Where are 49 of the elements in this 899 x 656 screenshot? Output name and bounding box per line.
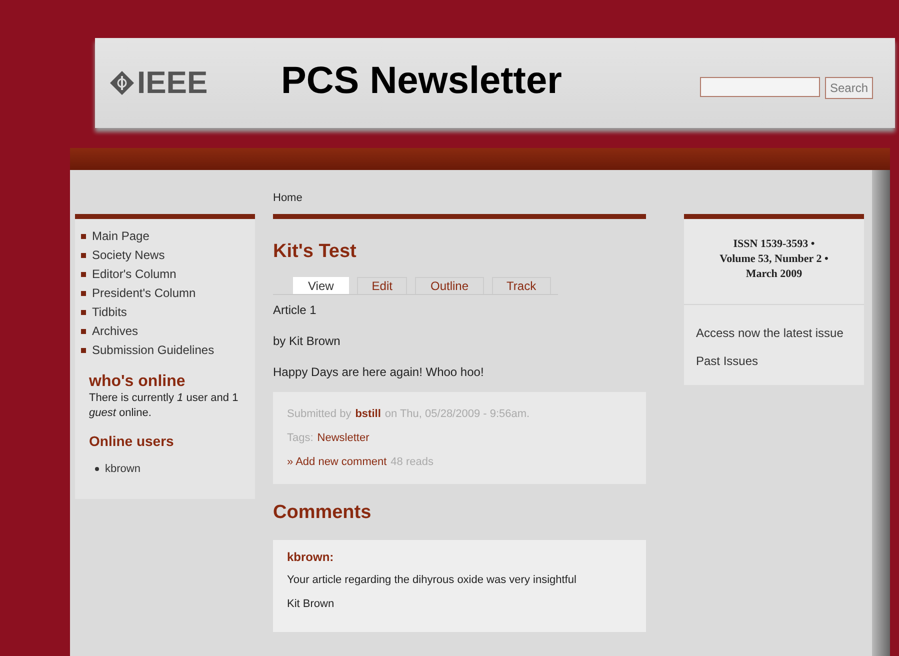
comment-signature: Kit Brown [287, 598, 336, 610]
bullet-icon [81, 328, 86, 334]
meta-text: Submitted by [287, 407, 352, 422]
comment-author: kbrown: [287, 550, 335, 564]
bullet-icon [95, 467, 99, 471]
search-field[interactable] [700, 77, 820, 97]
search-button[interactable]: Search [824, 77, 873, 99]
issue-text: Volume 53, Number 2 • [718, 252, 830, 267]
tag-link[interactable]: Newsletter [317, 426, 370, 450]
article-text: Happy Days are here again! Whoo hoo! [273, 365, 485, 379]
meta-text: Tags: [287, 431, 314, 446]
bullet-icon [81, 234, 86, 238]
issue-text: ISSN 1539-3593 • [732, 237, 816, 252]
site-title: PCS Newsletter [281, 60, 563, 102]
issue-text: March 2009 [744, 267, 804, 282]
tab[interactable]: Track [492, 277, 552, 294]
tab[interactable]: Edit [356, 277, 408, 294]
tab[interactable]: View [293, 277, 349, 294]
user-link[interactable]: kbrown [105, 463, 140, 475]
issue-link[interactable]: Past Issues [696, 353, 852, 369]
meta-text: on Thu, 05/28/2009 - 9:56am. [384, 407, 530, 422]
menu-link[interactable]: Main Page [92, 227, 150, 245]
author-link[interactable]: bstill [355, 402, 381, 426]
reads-count: 48 reads [390, 455, 434, 470]
menu-link[interactable]: Editor's Column [92, 265, 176, 283]
block-subtitle: Online users [89, 433, 175, 449]
article-text: Article 1 [273, 303, 318, 317]
menu-link[interactable]: Archives [92, 322, 138, 340]
article-text: by Kit Brown [273, 334, 342, 348]
bullet-icon [81, 290, 86, 296]
bullet-icon [81, 252, 86, 258]
menu-link[interactable]: Tidbits [92, 303, 127, 321]
logo-text: IEEE [137, 65, 208, 101]
tab[interactable]: Outline [415, 277, 484, 294]
issue-link[interactable]: Access now the latest issue [696, 325, 852, 341]
add-comment-link[interactable]: » Add new comment [287, 450, 387, 474]
comment-text: Your article regarding the dihyrous oxide was very insightful [287, 574, 578, 586]
bullet-icon [81, 310, 86, 314]
menu-link[interactable]: Society News [92, 246, 165, 264]
block-title: who's online [89, 373, 186, 391]
bullet-icon [81, 272, 86, 276]
breadcrumb-link[interactable]: Home [273, 192, 646, 204]
menu-link[interactable]: Submission Guidelines [92, 341, 214, 359]
online-status-text: There is currently 1 user and 1 guest online. [89, 391, 240, 421]
section-title: Comments [273, 502, 372, 524]
article-title: Kit's Test [273, 241, 358, 263]
diamond-logo-icon [109, 70, 135, 96]
menu-link[interactable]: President's Column [92, 284, 196, 302]
bullet-icon [81, 348, 86, 352]
